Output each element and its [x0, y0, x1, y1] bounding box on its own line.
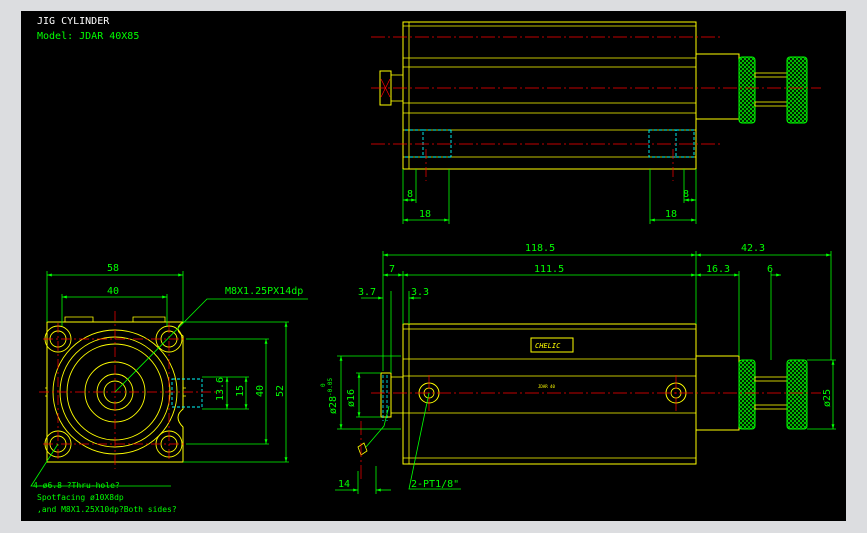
dim-3-7: 3.7	[358, 287, 376, 298]
dim-7: 7	[389, 264, 395, 275]
dim-front-13-6: 13.6	[215, 377, 226, 401]
dim-phi28-tol-top: 0	[320, 383, 327, 387]
dim-14: 14	[338, 479, 350, 490]
dim-118-5: 118.5	[525, 243, 555, 254]
dim-6: 6	[767, 264, 773, 275]
dim-3-3: 3.3	[411, 287, 429, 298]
hole-note-2: Spotfacing ø10X8dp	[37, 493, 124, 502]
dim-top-8-left: 8	[407, 189, 413, 200]
dim-front-52: 52	[275, 385, 286, 397]
dim-front-40-v: 40	[255, 385, 266, 397]
brand-label: CHELIC	[535, 342, 561, 350]
side-knurled-knob-left	[738, 359, 756, 430]
dim-16-3: 16.3	[706, 264, 730, 275]
viewer-frame: JIG CYLINDER Model: JDAR 40X85 8 18 8 18…	[0, 0, 867, 533]
dim-111-5: 111.5	[534, 264, 564, 275]
top-body-outline	[402, 21, 697, 170]
dim-phi16: ø16	[346, 389, 357, 407]
cad-drawing-canvas: JIG CYLINDER Model: JDAR 40X85 8 18 8 18…	[21, 11, 846, 521]
top-hidden-left	[405, 129, 452, 158]
model-text: Model: JDAR 40X85	[37, 31, 139, 42]
small-model-label: JDAR 40	[538, 384, 555, 389]
dim-phi28: ø28	[328, 396, 339, 414]
top-knurled-knob-left	[738, 56, 756, 124]
dim-front-15: 15	[235, 385, 246, 397]
top-hidden-right	[648, 129, 695, 158]
dim-top-18-left: 18	[419, 209, 431, 220]
front-view: 58 40 M8X1.25PX14dp 13.6 15 40 52 4-ø6.8…	[30, 263, 308, 514]
dim-front-58: 58	[107, 263, 119, 274]
title-text: JIG CYLINDER	[37, 16, 110, 27]
dim-top-8-right: 8	[683, 189, 689, 200]
dim-42-3: 42.3	[741, 243, 765, 254]
top-view: 8 18 8 18	[371, 21, 821, 224]
top-knurled-knob-right	[786, 56, 808, 124]
dim-phi28-tol-bot: -0.05	[327, 378, 334, 396]
side-knurled-knob-right	[786, 359, 808, 430]
hole-note-1: 4-ø6.8 ?Thru-hole?	[33, 481, 120, 490]
hole-note-3: ,and M8X1.25X10dp?Both sides?	[37, 505, 177, 514]
port-note: 2-PT1/8"	[411, 479, 459, 490]
cad-drawing-svg: JIG CYLINDER Model: JDAR 40X85 8 18 8 18…	[30, 16, 836, 514]
dim-top-18-right: 18	[665, 209, 677, 220]
dim-phi25: ø25	[822, 389, 833, 407]
thread-note: M8X1.25PX14dp	[225, 286, 303, 297]
side-view: CHELIC JDAR 40 118.5 42.3 7 111.5 16.3 6…	[320, 243, 836, 494]
dim-front-40-h: 40	[107, 286, 119, 297]
